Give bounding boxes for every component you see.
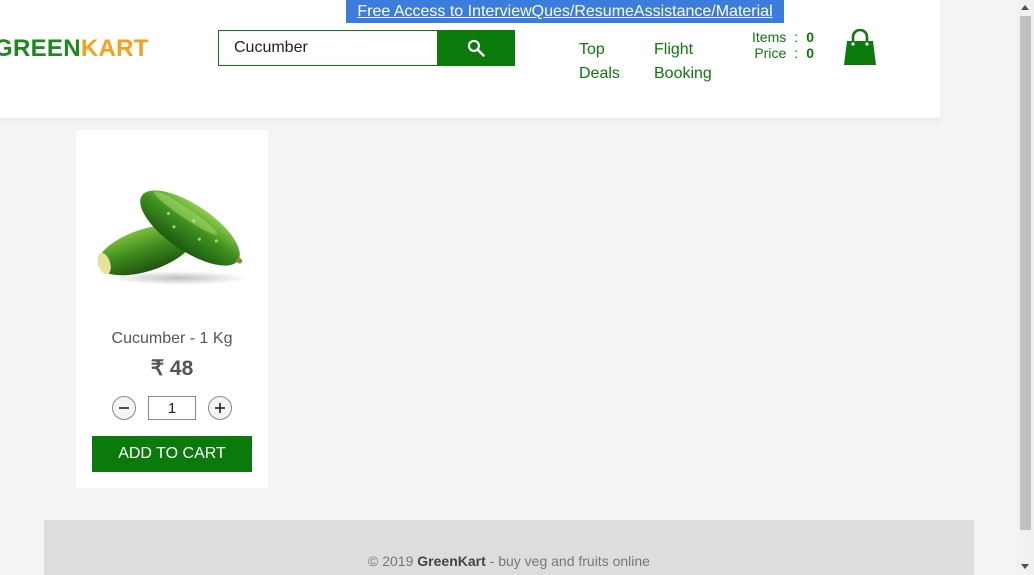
nav-flight-booking[interactable]: Flight Booking [654,38,712,86]
scroll-thumb[interactable] [1020,16,1031,530]
increment-button[interactable] [208,396,232,420]
cart-items-value: 0 [806,29,815,45]
cart-summary: Items : 0 Price : 0 [752,29,818,61]
cart-price-colon: : [794,45,799,61]
search-input[interactable] [218,30,438,66]
nav-flight-booking-line1: Flight [654,41,694,58]
logo-green: GREEN [0,35,81,62]
scroll-down-arrow-icon[interactable] [1021,564,1029,569]
quantity-input[interactable] [148,396,196,420]
minus-icon [119,407,129,409]
header: Free Access to InterviewQues/ResumeAssis… [0,0,940,118]
footer-text: © 2019 GreenKart - buy veg and fruits on… [44,553,974,569]
nav-flight-booking-line2: Booking [654,65,712,82]
scroll-up-arrow-icon[interactable] [1021,5,1029,10]
cart-price-row: Price : 0 [752,45,818,61]
cart-price-value: 0 [806,45,815,61]
footer: © 2019 GreenKart - buy veg and fruits on… [44,520,974,575]
logo-kart: KART [80,35,149,62]
cucumber-image [97,190,248,285]
footer-copyright: © 2019 [368,553,418,569]
cart-items-colon: : [794,29,799,45]
product-price: ₹ 48 [150,357,194,380]
footer-brand: GreenKart [417,553,486,569]
product-name: Cucumber - 1 Kg [111,330,233,347]
search-icon [467,39,485,57]
plus-icon [215,403,225,413]
vertical-scrollbar[interactable] [1017,0,1034,575]
nav-top-deals-line2: Deals [579,65,620,82]
add-to-cart-button[interactable]: ADD TO CART [92,436,252,472]
logo[interactable]: GREENKART [0,35,149,63]
nav-top-deals-line1: Top [579,41,605,58]
search-button[interactable] [437,30,515,66]
shopping-bag-icon [844,28,876,65]
cart-items-row: Items : 0 [752,29,818,45]
footer-tagline: - buy veg and fruits online [485,553,650,569]
promo-link[interactable]: Free Access to InterviewQues/ResumeAssis… [346,0,784,23]
cart-button[interactable] [843,28,877,65]
product-card: Cucumber - 1 Kg ₹ 48 ADD TO CART [76,130,268,488]
cart-items-label: Items [752,29,787,45]
nav-top-deals[interactable]: Top Deals [579,38,620,86]
decrement-button[interactable] [112,396,136,420]
cart-price-label: Price [754,45,787,61]
